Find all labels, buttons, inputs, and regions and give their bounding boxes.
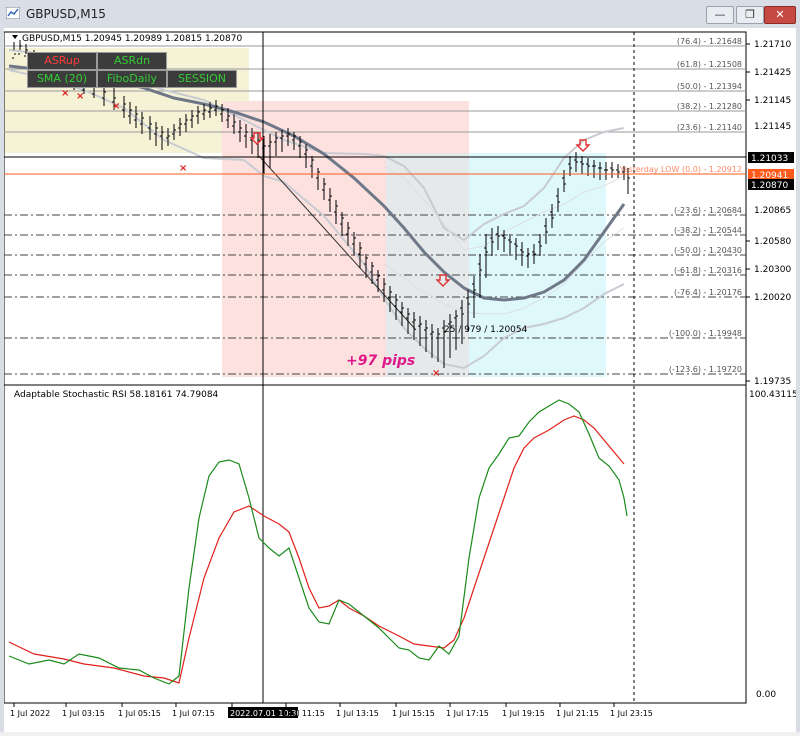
stoch-signal-line (8, 415, 625, 684)
chart-svg[interactable]: (76.4) - 1.21648 (61.8) - 1.21508 (50.0) -… (3, 28, 798, 732)
svg-text:×: × (179, 163, 187, 174)
price-axis: 1.21710 1.21425 1.21145 1.20580 1.20300 1.200… (746, 40, 794, 387)
asrup-button[interactable]: ASRup (27, 52, 97, 70)
price-axis-label: 1.21425 (754, 68, 791, 78)
time-axis-label: 1 Jul 07:15 (172, 709, 215, 718)
price-axis-label: 1.20300 (754, 265, 791, 275)
time-axis-label: 1 Jul 2022 (10, 709, 50, 718)
indicator-axis-bottom: 0.00 (756, 690, 776, 700)
chart-window-icon (6, 7, 20, 19)
asrdn-label: ASRdn (113, 54, 151, 67)
svg-text:×: × (61, 88, 69, 99)
fibo-level-label: (76.4) - 1.21648 (677, 37, 742, 46)
price-tag: 1.21033 (751, 154, 788, 164)
crosshair-readout: 25 / 979 / 1.20054 (444, 325, 528, 335)
price-axis-label: 1.21710 (754, 40, 791, 50)
price-header: GBPUSD,M15 1.20945 1.20989 1.20815 1.208… (12, 34, 242, 44)
sma-button[interactable]: SMA (20) (27, 70, 97, 88)
time-axis-label: 1 Jul 17:15 (446, 709, 489, 718)
svg-text:×: × (76, 91, 84, 102)
asrdn-button[interactable]: ASRdn (97, 52, 167, 70)
time-axis-label: 1 Jul 15:15 (392, 709, 435, 718)
price-axis-label: 1.19735 (754, 377, 791, 387)
close-button[interactable]: ✕ (764, 6, 796, 24)
sma-label: SMA (20) (36, 72, 88, 85)
minimize-button[interactable]: — (706, 6, 734, 24)
fibo-level-label: Yesterday LOW (0.0) - 1.20912 (619, 165, 742, 174)
time-axis-label: 1 Jul 11:15 (282, 709, 325, 718)
symbol-header: GBPUSD,M15 1.20945 1.20989 1.20815 1.208… (22, 34, 242, 44)
fibo-level-label: (-50.0) - 1.20430 (674, 246, 742, 255)
fibo-level-label: (-61.8) - 1.20316 (674, 266, 742, 275)
svg-text:×: × (432, 368, 440, 379)
session-label: SESSION (177, 72, 227, 85)
indicator-panel-border (3, 384, 747, 704)
indicator-label: Adaptable Stochastic RSI 58.18161 74.790… (14, 390, 219, 400)
fibo-level-label: (38.2) - 1.21280 (677, 102, 742, 111)
fibo-level-label: (-76.4) - 1.20176 (674, 288, 742, 297)
fibo-level-label: (-123.6) - 1.19720 (669, 365, 742, 374)
fibo-level-label: (-38.2) - 1.20544 (674, 226, 742, 235)
session-overlap-box (386, 153, 469, 377)
time-axis: 1 Jul 2022 1 Jul 03:15 1 Jul 05:15 1 Jul 07… (10, 703, 653, 718)
fibo-level-label: (-100.0) - 1.19948 (669, 329, 742, 338)
price-tag: 1.20870 (751, 181, 788, 191)
restore-button[interactable]: ❐ (736, 6, 764, 24)
window-title: GBPUSD,M15 (26, 7, 106, 21)
session-button[interactable]: SESSION (167, 70, 237, 88)
stoch-main-line (8, 399, 628, 685)
fibo-level-label: (-23.6) - 1.20684 (674, 206, 742, 215)
fibodaily-label: FiboDaily (106, 72, 158, 85)
time-axis-label: 1 Jul 23:15 (610, 709, 653, 718)
fibodaily-button[interactable]: FiboDaily (97, 70, 167, 88)
price-axis-label: 1.21145 (754, 122, 791, 132)
price-axis-label: 1.20020 (754, 293, 791, 303)
time-axis-label: 1 Jul 03:15 (62, 709, 105, 718)
price-axis-label: 1.21145 (754, 96, 791, 106)
price-axis-label: 1.20580 (754, 237, 791, 247)
time-axis-label: 1 Jul 05:15 (118, 709, 161, 718)
fibo-level-label: (23.6) - 1.21140 (677, 123, 742, 132)
indicator-axis-top: 100.43115 (749, 390, 796, 400)
window-titlebar: GBPUSD,M15 — ❐ ✕ (0, 0, 800, 29)
time-axis-label: 1 Jul 13:15 (336, 709, 379, 718)
time-axis-label: 1 Jul 19:15 (502, 709, 545, 718)
fibo-level-label: (61.8) - 1.21508 (677, 60, 742, 69)
fibo-level-label: (50.0) - 1.21394 (677, 82, 742, 91)
price-axis-label: 1.20865 (754, 206, 791, 216)
asrup-label: ASRup (44, 54, 80, 67)
svg-text:×: × (112, 101, 120, 112)
time-axis-label: 1 Jul 21:15 (556, 709, 599, 718)
pips-label: +97 pips (346, 353, 415, 369)
chart-canvas[interactable]: (76.4) - 1.21648 (61.8) - 1.21508 (50.0) -… (0, 28, 800, 732)
